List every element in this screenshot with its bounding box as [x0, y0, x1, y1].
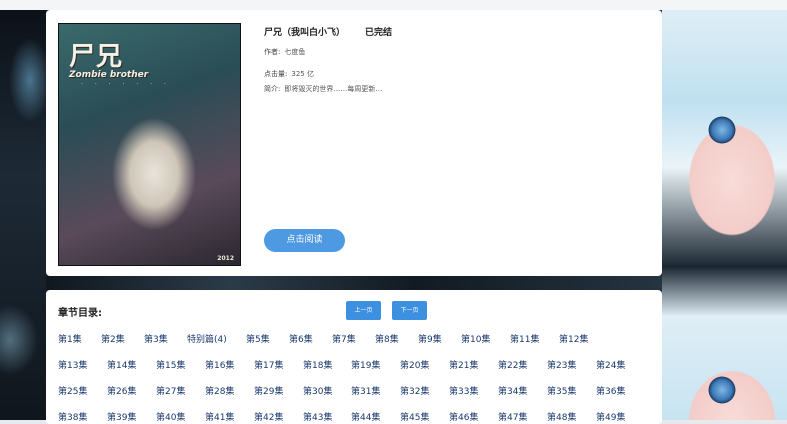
chapter-link[interactable]: 第12集: [559, 332, 588, 345]
chapter-link[interactable]: 第3集: [144, 332, 168, 345]
chapter-link[interactable]: 第26集: [107, 384, 136, 397]
chapter-link[interactable]: 第39集: [107, 410, 136, 423]
chapter-link[interactable]: 第49集: [596, 410, 625, 423]
chapter-link[interactable]: 第34集: [498, 384, 527, 397]
chapter-link[interactable]: 第18集: [303, 358, 332, 371]
chapter-link[interactable]: 第7集: [332, 332, 356, 345]
chapter-link[interactable]: 第23集: [547, 358, 576, 371]
chapter-link[interactable]: 第35集: [547, 384, 576, 397]
next-page-button[interactable]: 下一页: [392, 301, 427, 320]
chapter-link[interactable]: 第1集: [58, 332, 82, 345]
chapter-link[interactable]: 第19集: [351, 358, 380, 371]
chapter-link[interactable]: 第30集: [303, 384, 332, 397]
prev-page-button[interactable]: 上一页: [346, 301, 381, 320]
chapter-link[interactable]: 第5集: [246, 332, 270, 345]
chapter-link[interactable]: 第48集: [547, 410, 576, 423]
chapter-link[interactable]: 第46集: [449, 410, 478, 423]
cover-dots: · · · · · · ·: [81, 81, 171, 88]
chapter-link[interactable]: 第25集: [58, 384, 87, 397]
chapter-link[interactable]: 第6集: [289, 332, 313, 345]
chapter-link[interactable]: 第20集: [400, 358, 429, 371]
comic-status: 已完结: [365, 28, 393, 38]
chapter-link[interactable]: 第10集: [461, 332, 490, 345]
chapter-link[interactable]: 第15集: [156, 358, 185, 371]
chapter-row: 第1集 第2集 第3集 特别篇(4) 第5集 第6集 第7集 第8集 第9集 第…: [58, 332, 656, 358]
summary-value: 即将毁灭的世界……每周更新…: [284, 85, 383, 93]
cover-title: 尸兄: [69, 42, 124, 72]
chapter-link[interactable]: 第24集: [596, 358, 625, 371]
chapter-link[interactable]: 第36集: [596, 384, 625, 397]
chapter-row: 第38集 第39集 第40集 第41集 第42集 第43集 第44集 第45集 …: [58, 410, 656, 424]
summary-label: 简介:: [264, 85, 281, 93]
comic-summary: 简介: 即将毁灭的世界……每周更新…: [264, 84, 382, 94]
chapter-link[interactable]: 第32集: [400, 384, 429, 397]
author-label: 作者:: [264, 48, 281, 56]
chapter-link[interactable]: 第40集: [156, 410, 185, 423]
comic-info-panel: 尸兄 Zombie brother · · · · · · · 2012 尸兄（…: [46, 10, 662, 276]
comic-title: 尸兄（我叫白小飞）: [264, 28, 346, 38]
chapter-link[interactable]: 第27集: [156, 384, 185, 397]
background-art-left: [0, 10, 46, 424]
chapter-link[interactable]: 第43集: [303, 410, 332, 423]
views-value: 325 亿: [291, 70, 314, 78]
comic-cover-image[interactable]: 尸兄 Zombie brother · · · · · · · 2012: [58, 23, 241, 266]
toc-title: 章节目录:: [58, 308, 102, 319]
chapter-link[interactable]: 第42集: [254, 410, 283, 423]
chapter-link[interactable]: 第33集: [449, 384, 478, 397]
chapter-list-panel: 章节目录: 上一页 下一页 第1集 第2集 第3集 特别篇(4) 第5集 第6集…: [46, 290, 662, 424]
comic-title-row: 尸兄（我叫白小飞） 已完结: [264, 25, 392, 38]
chapter-link[interactable]: 第22集: [498, 358, 527, 371]
chapter-link[interactable]: 第21集: [449, 358, 478, 371]
chapter-link[interactable]: 第28集: [205, 384, 234, 397]
chapter-row: 第25集 第26集 第27集 第28集 第29集 第30集 第31集 第32集 …: [58, 384, 656, 410]
chapter-link[interactable]: 第17集: [254, 358, 283, 371]
chapter-link[interactable]: 第8集: [375, 332, 399, 345]
chapter-link[interactable]: 第44集: [351, 410, 380, 423]
chapter-link[interactable]: 第45集: [400, 410, 429, 423]
chapter-link[interactable]: 第47集: [498, 410, 527, 423]
chapter-link[interactable]: 第13集: [58, 358, 87, 371]
background-art-middle: [46, 276, 662, 290]
chapter-link[interactable]: 第11集: [510, 332, 539, 345]
chapter-link[interactable]: 特别篇(4): [187, 332, 227, 345]
background-art-right: [662, 10, 787, 424]
cover-year: 2012: [217, 255, 234, 262]
read-button[interactable]: 点击阅读: [264, 229, 345, 252]
top-strip: [0, 0, 787, 10]
chapter-link[interactable]: 第41集: [205, 410, 234, 423]
chapter-row: 第13集 第14集 第15集 第16集 第17集 第18集 第19集 第20集 …: [58, 358, 656, 384]
chapter-grid: 第1集 第2集 第3集 特别篇(4) 第5集 第6集 第7集 第8集 第9集 第…: [58, 332, 656, 424]
chapter-link[interactable]: 第16集: [205, 358, 234, 371]
chapter-link[interactable]: 第2集: [101, 332, 125, 345]
views-label: 点击量:: [264, 70, 288, 78]
chapter-link[interactable]: 第29集: [254, 384, 283, 397]
chapter-link[interactable]: 第9集: [418, 332, 442, 345]
chapter-link[interactable]: 第38集: [58, 410, 87, 423]
author-value: 七度鱼: [284, 48, 306, 56]
cover-subtitle: Zombie brother: [69, 70, 149, 80]
comic-views: 点击量: 325 亿: [264, 69, 314, 79]
chapter-link[interactable]: 第14集: [107, 358, 136, 371]
comic-author: 作者: 七度鱼: [264, 47, 305, 57]
chapter-link[interactable]: 第31集: [351, 384, 380, 397]
